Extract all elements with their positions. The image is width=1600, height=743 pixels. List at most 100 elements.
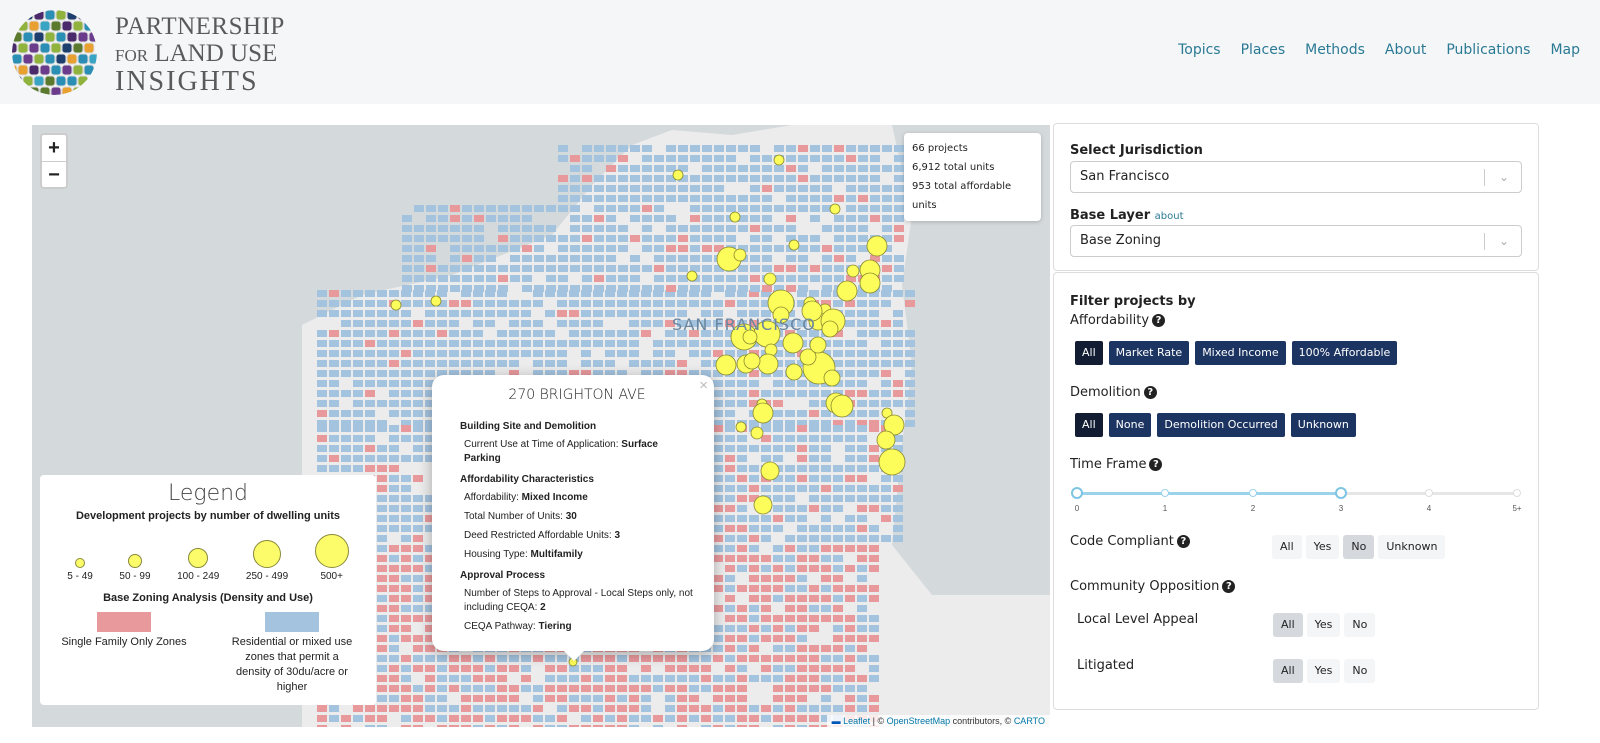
code-compliant-all[interactable]: All [1272, 535, 1302, 559]
map-view[interactable]: SAN FRANCISCO + − 66 projects 6,912 tota… [32, 125, 1050, 727]
code-compliant-yes[interactable]: Yes [1305, 535, 1340, 559]
project-marker[interactable] [785, 363, 803, 381]
help-icon[interactable]: ? [1143, 386, 1157, 399]
slider-tick [1249, 489, 1257, 497]
popup-key: Total Number of Units: [464, 511, 566, 522]
project-marker[interactable] [686, 270, 698, 282]
slider-handle[interactable] [1335, 487, 1347, 499]
project-marker[interactable] [809, 336, 827, 354]
nav-methods[interactable]: Methods [1305, 42, 1365, 58]
affordability-100-affordable-button[interactable]: 100% Affordable [1291, 341, 1398, 365]
project-marker[interactable] [846, 264, 860, 278]
map-legend: Legend Development projects by number of… [40, 475, 376, 705]
code-compliant-no[interactable]: No [1343, 535, 1375, 559]
leaflet-link[interactable]: Leaflet [843, 716, 870, 726]
project-marker[interactable] [672, 169, 684, 181]
code-compliant-unknown[interactable]: Unknown [1378, 535, 1446, 559]
project-marker[interactable] [788, 239, 800, 251]
nav-map[interactable]: Map [1550, 42, 1580, 58]
project-marker[interactable] [715, 354, 737, 376]
nav-places[interactable]: Places [1241, 42, 1286, 58]
project-marker[interactable] [763, 272, 777, 286]
local-appeal-yes[interactable]: Yes [1306, 613, 1341, 637]
base-layer-text: Base Layer [1070, 208, 1151, 223]
legend-zoning-title: Base Zoning Analysis (Density and Use) [103, 592, 313, 604]
help-icon[interactable]: ? [1149, 458, 1163, 471]
logo-icon[interactable] [12, 10, 97, 95]
project-marker[interactable] [773, 154, 785, 166]
zoom-out-button[interactable]: − [42, 161, 66, 187]
popup-key: CEQA Pathway: [464, 621, 539, 632]
affordability-market-rate-button[interactable]: Market Rate [1108, 341, 1190, 365]
help-icon[interactable]: ? [1222, 580, 1236, 593]
chevron-down-icon[interactable]: ⌄ [1499, 162, 1509, 192]
project-marker[interactable] [753, 495, 773, 515]
zoom-in-button[interactable]: + [42, 135, 66, 161]
demolition-unknown-button[interactable]: Unknown [1290, 413, 1356, 437]
nav-topics[interactable]: Topics [1178, 42, 1221, 58]
project-marker[interactable] [750, 426, 764, 440]
project-marker[interactable] [733, 248, 747, 262]
brand-name[interactable]: PARTNERSHIP FOR LAND USE INSIGHTS [115, 14, 285, 96]
nav-about[interactable]: About [1385, 42, 1426, 58]
project-marker[interactable] [836, 280, 858, 302]
project-marker[interactable] [859, 272, 881, 294]
legend-size-item: 5 - 49 [67, 558, 93, 582]
project-marker[interactable] [430, 295, 442, 307]
close-icon[interactable]: × [699, 377, 708, 394]
carto-link[interactable]: CARTO [1014, 716, 1045, 726]
affordability-mixed-income-button[interactable]: Mixed Income [1195, 341, 1286, 365]
demolition-none-button[interactable]: None [1108, 413, 1152, 437]
project-marker[interactable] [821, 320, 839, 338]
project-marker[interactable] [743, 352, 761, 370]
project-marker[interactable] [830, 394, 854, 418]
brand-line-2: FOR LAND USE [115, 41, 285, 66]
base-layer-select[interactable]: Base Zoning ⌄ [1070, 225, 1522, 257]
slider-handle[interactable] [1071, 487, 1083, 499]
affordability-label: Affordability? [1070, 313, 1166, 328]
select-separator [1484, 169, 1485, 186]
local-appeal-all[interactable]: All [1273, 613, 1303, 637]
popup-key: Deed Restricted Affordable Units: [464, 530, 615, 541]
brand-line-3: INSIGHTS [115, 66, 259, 97]
jurisdiction-label: Select Jurisdiction [1070, 143, 1203, 158]
demolition-label: Demolition? [1070, 385, 1157, 400]
project-marker[interactable] [757, 353, 779, 375]
litigated-yes[interactable]: Yes [1306, 659, 1341, 683]
filter-panel: Filter projects by Affordability? All Ma… [1053, 272, 1539, 710]
project-marker[interactable] [729, 211, 741, 223]
help-icon[interactable]: ? [1152, 314, 1166, 327]
affordability-all-button[interactable]: All [1075, 341, 1103, 365]
about-link[interactable]: about [1155, 211, 1184, 222]
project-marker[interactable] [823, 369, 841, 387]
litigated-all[interactable]: All [1273, 659, 1303, 683]
popup-value: Multifamily [530, 549, 583, 560]
project-marker[interactable] [829, 203, 841, 215]
nav-publications[interactable]: Publications [1446, 42, 1530, 58]
local-appeal-label: Local Level Appeal [1077, 612, 1199, 627]
project-marker[interactable] [782, 332, 804, 354]
project-marker[interactable] [752, 402, 774, 424]
project-marker[interactable] [760, 461, 780, 481]
chevron-down-icon[interactable]: ⌄ [1499, 226, 1509, 256]
time-frame-label: Time Frame? [1070, 457, 1163, 472]
slider-tick-label: 0 [1074, 504, 1080, 513]
project-marker[interactable] [866, 235, 888, 257]
site-header: PARTNERSHIP FOR LAND USE INSIGHTS Topics… [0, 0, 1600, 104]
project-marker[interactable] [876, 430, 896, 450]
demolition-occurred-button[interactable]: Demolition Occurred [1157, 413, 1285, 437]
popup-row: Deed Restricted Affordable Units: 3 [464, 529, 694, 543]
project-marker[interactable] [390, 299, 402, 311]
help-icon[interactable]: ? [1176, 535, 1190, 548]
time-frame-slider[interactable]: 0 1 2 3 4 5+ [1071, 487, 1522, 522]
local-appeal-no[interactable]: No [1344, 613, 1376, 637]
jurisdiction-select[interactable]: San Francisco ⌄ [1070, 161, 1522, 193]
map-attribution: ▬ Leaflet | © OpenStreetMap contributors… [826, 715, 1050, 727]
project-marker[interactable] [878, 448, 906, 476]
osm-link[interactable]: OpenStreetMap [887, 716, 951, 726]
attribution-sep: | © [870, 716, 887, 726]
litigated-no[interactable]: No [1344, 659, 1376, 683]
litigated-toggle: All Yes No [1273, 659, 1376, 683]
demolition-all-button[interactable]: All [1075, 413, 1103, 437]
project-marker[interactable] [735, 421, 747, 433]
